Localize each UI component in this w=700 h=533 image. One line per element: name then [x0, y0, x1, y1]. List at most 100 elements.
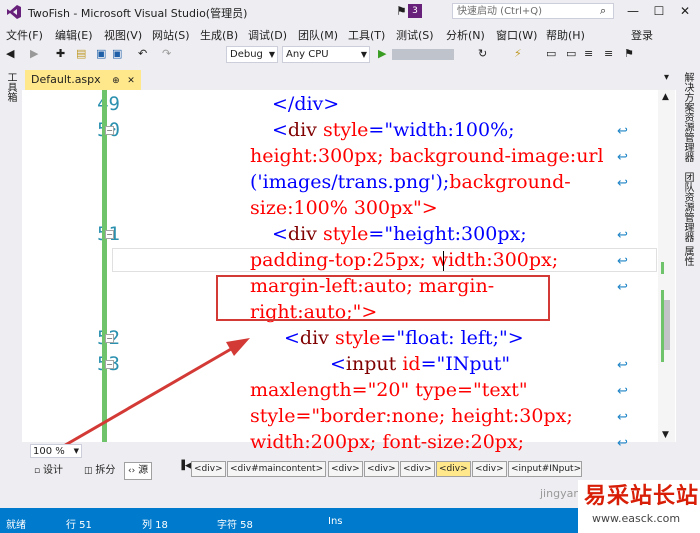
breadcrumb-item[interactable]: <div> — [191, 461, 226, 477]
menu-analyze[interactable]: 分析(N) — [446, 27, 485, 43]
search-icon: ⌕ — [600, 4, 607, 17]
chevron-down-icon: ▼ — [360, 50, 367, 59]
split-view-button[interactable]: ◫ 拆分 — [80, 462, 119, 480]
config-value: Debug — [230, 49, 263, 60]
code-token: < — [272, 223, 288, 245]
breadcrumb-item[interactable]: <div> — [436, 461, 471, 477]
minimize-button[interactable]: — — [622, 2, 644, 20]
breadcrumb-prev-icon[interactable]: ▐◀ — [178, 461, 192, 471]
notification-badge[interactable]: 3 — [408, 4, 422, 18]
tab-dropdown-icon[interactable]: ▾ — [664, 72, 669, 83]
solution-configuration-select[interactable]: Debug ▼ — [226, 46, 278, 63]
forward-icon[interactable]: ▶ — [30, 47, 38, 60]
menu-test[interactable]: 测试(S) — [396, 27, 434, 43]
sign-in-link[interactable]: 登录 — [631, 27, 653, 43]
code-token: "height:300px; — [384, 223, 527, 245]
menu-edit[interactable]: 编辑(E) — [55, 27, 93, 43]
quick-launch-input[interactable]: 快速启动 (Ctrl+Q) — [452, 3, 614, 19]
comment-icon[interactable]: ▭ — [546, 47, 556, 60]
breadcrumb-item[interactable]: <div> — [400, 461, 435, 477]
menu-website[interactable]: 网站(S) — [152, 27, 190, 43]
open-folder-icon[interactable]: ▤ — [76, 47, 86, 60]
breadcrumb-item[interactable]: <input#INput> — [508, 461, 582, 477]
scroll-down-icon[interactable]: ▼ — [662, 430, 669, 440]
menu-view[interactable]: 视图(V) — [104, 27, 142, 43]
code-line[interactable]: <div style="float: left;"> — [284, 327, 524, 349]
code-token: id — [402, 353, 421, 375]
new-project-icon[interactable]: ✚ — [56, 47, 65, 60]
menu-team[interactable]: 团队(M) — [298, 27, 338, 43]
zoom-select[interactable]: 100 % ▼ — [30, 444, 82, 458]
scroll-up-icon[interactable]: ▲ — [662, 92, 669, 102]
code-token: < — [330, 353, 346, 375]
breadcrumb-item[interactable]: <div> — [364, 461, 399, 477]
status-column: 列 18 — [142, 520, 168, 531]
status-text: 就绪 — [6, 520, 26, 531]
change-marker — [661, 262, 664, 274]
browser-link-icon[interactable]: ⚡ — [514, 47, 522, 60]
collapse-icon[interactable]: − — [105, 230, 114, 239]
visual-studio-logo-icon — [7, 5, 21, 19]
menu-help[interactable]: 帮助(H) — [546, 27, 585, 43]
code-line[interactable]: ('images/trans.png');background- — [250, 171, 571, 193]
breadcrumb-item[interactable]: <div> — [328, 461, 363, 477]
back-icon[interactable]: ◀ — [6, 47, 14, 60]
design-icon: ▫ — [34, 466, 43, 476]
code-line[interactable]: width:200px; font-size:20px; — [250, 431, 524, 453]
chevron-down-icon: ▼ — [73, 447, 79, 455]
code-line[interactable]: <input id="INput" — [330, 353, 510, 375]
source-view-button[interactable]: ‹› 源 — [124, 462, 153, 480]
code-token: style — [322, 223, 369, 245]
menu-build[interactable]: 生成(B) — [200, 27, 238, 43]
solution-platform-select[interactable]: Any CPU ▼ — [282, 46, 370, 63]
code-line[interactable]: padding-top:25px; width:300px; — [250, 249, 558, 271]
indent-icon[interactable]: ≡ — [604, 47, 613, 60]
collapse-icon[interactable]: − — [105, 360, 114, 369]
solution-explorer-tab[interactable]: 解决方案资源管理器 — [681, 72, 695, 162]
code-line[interactable]: size:100% 300px"> — [250, 197, 438, 219]
pin-icon[interactable]: ⊕ — [112, 76, 120, 86]
word-wrap-icon: ↩ — [617, 436, 628, 451]
tab-default-aspx[interactable]: Default.aspx ⊕ ✕ — [25, 70, 141, 90]
bookmark-icon[interactable]: ⚑ — [624, 47, 634, 60]
collapse-icon[interactable]: − — [105, 126, 114, 135]
breadcrumb-item[interactable]: <div#maincontent> — [227, 461, 327, 477]
word-wrap-icon: ↩ — [617, 228, 628, 243]
tab-label: Default.aspx — [31, 73, 101, 86]
properties-tab[interactable]: 属性 — [681, 246, 695, 266]
blurred-browser-selector[interactable] — [392, 49, 454, 60]
left-tool-strip — [0, 66, 22, 508]
code-token: = — [368, 119, 385, 141]
maximize-button[interactable]: ☐ — [648, 2, 670, 20]
code-line[interactable]: <div style="width:100%; — [272, 119, 515, 141]
uncomment-icon[interactable]: ▭ — [566, 47, 576, 60]
start-debugging-icon[interactable]: ▶ — [378, 47, 386, 60]
close-window-button[interactable]: ✕ — [674, 2, 696, 20]
menu-file[interactable]: 文件(F) — [6, 27, 43, 43]
feedback-flag-icon[interactable]: ⚑ — [396, 4, 407, 18]
word-wrap-icon: ↩ — [617, 280, 628, 295]
code-line[interactable]: <div style="height:300px; — [272, 223, 527, 245]
code-line[interactable]: maxlength="20" type="text" — [250, 379, 528, 401]
change-marker — [661, 290, 664, 362]
design-view-button[interactable]: ▫ 设计 — [30, 462, 67, 480]
code-token: style — [334, 327, 381, 349]
menu-debug[interactable]: 调试(D) — [248, 27, 287, 43]
close-tab-icon[interactable]: ✕ — [127, 76, 135, 86]
code-token: "float: left;"> — [396, 327, 524, 349]
code-line[interactable]: height:300px; background-image:url — [250, 145, 604, 167]
toolbox-tab[interactable]: 工具箱 — [4, 72, 18, 102]
undo-icon[interactable]: ↶ — [138, 47, 147, 60]
save-icon[interactable]: ▣ — [96, 47, 106, 60]
outdent-icon[interactable]: ≡ — [584, 47, 593, 60]
redo-icon[interactable]: ↷ — [162, 47, 171, 60]
collapse-icon[interactable]: − — [105, 334, 114, 343]
team-explorer-tab[interactable]: 团队资源管理器 — [681, 172, 695, 242]
save-all-icon[interactable]: ▣ — [112, 47, 122, 60]
breadcrumb-item[interactable]: <div> — [472, 461, 507, 477]
refresh-icon[interactable]: ↻ — [478, 47, 487, 60]
menu-window[interactable]: 窗口(W) — [496, 27, 537, 43]
code-line[interactable]: </div> — [272, 93, 339, 115]
code-line[interactable]: style="border:none; height:30px; — [250, 405, 573, 427]
menu-tools[interactable]: 工具(T) — [348, 27, 385, 43]
